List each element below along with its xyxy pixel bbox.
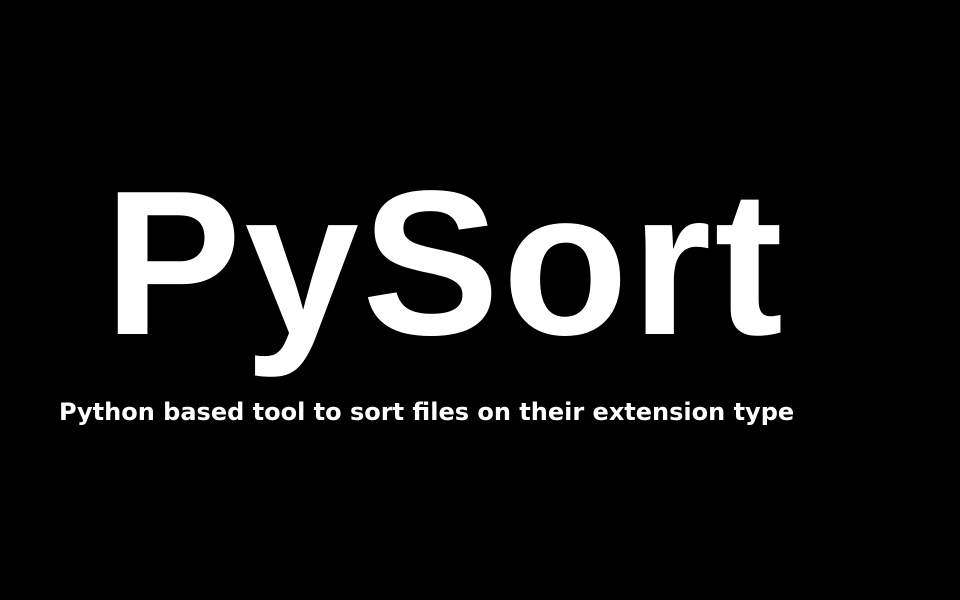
app-title: PySort: [104, 148, 786, 378]
title-card: PySort Python based tool to sort files o…: [0, 0, 960, 600]
app-tagline: Python based tool to sort files on their…: [59, 398, 795, 426]
